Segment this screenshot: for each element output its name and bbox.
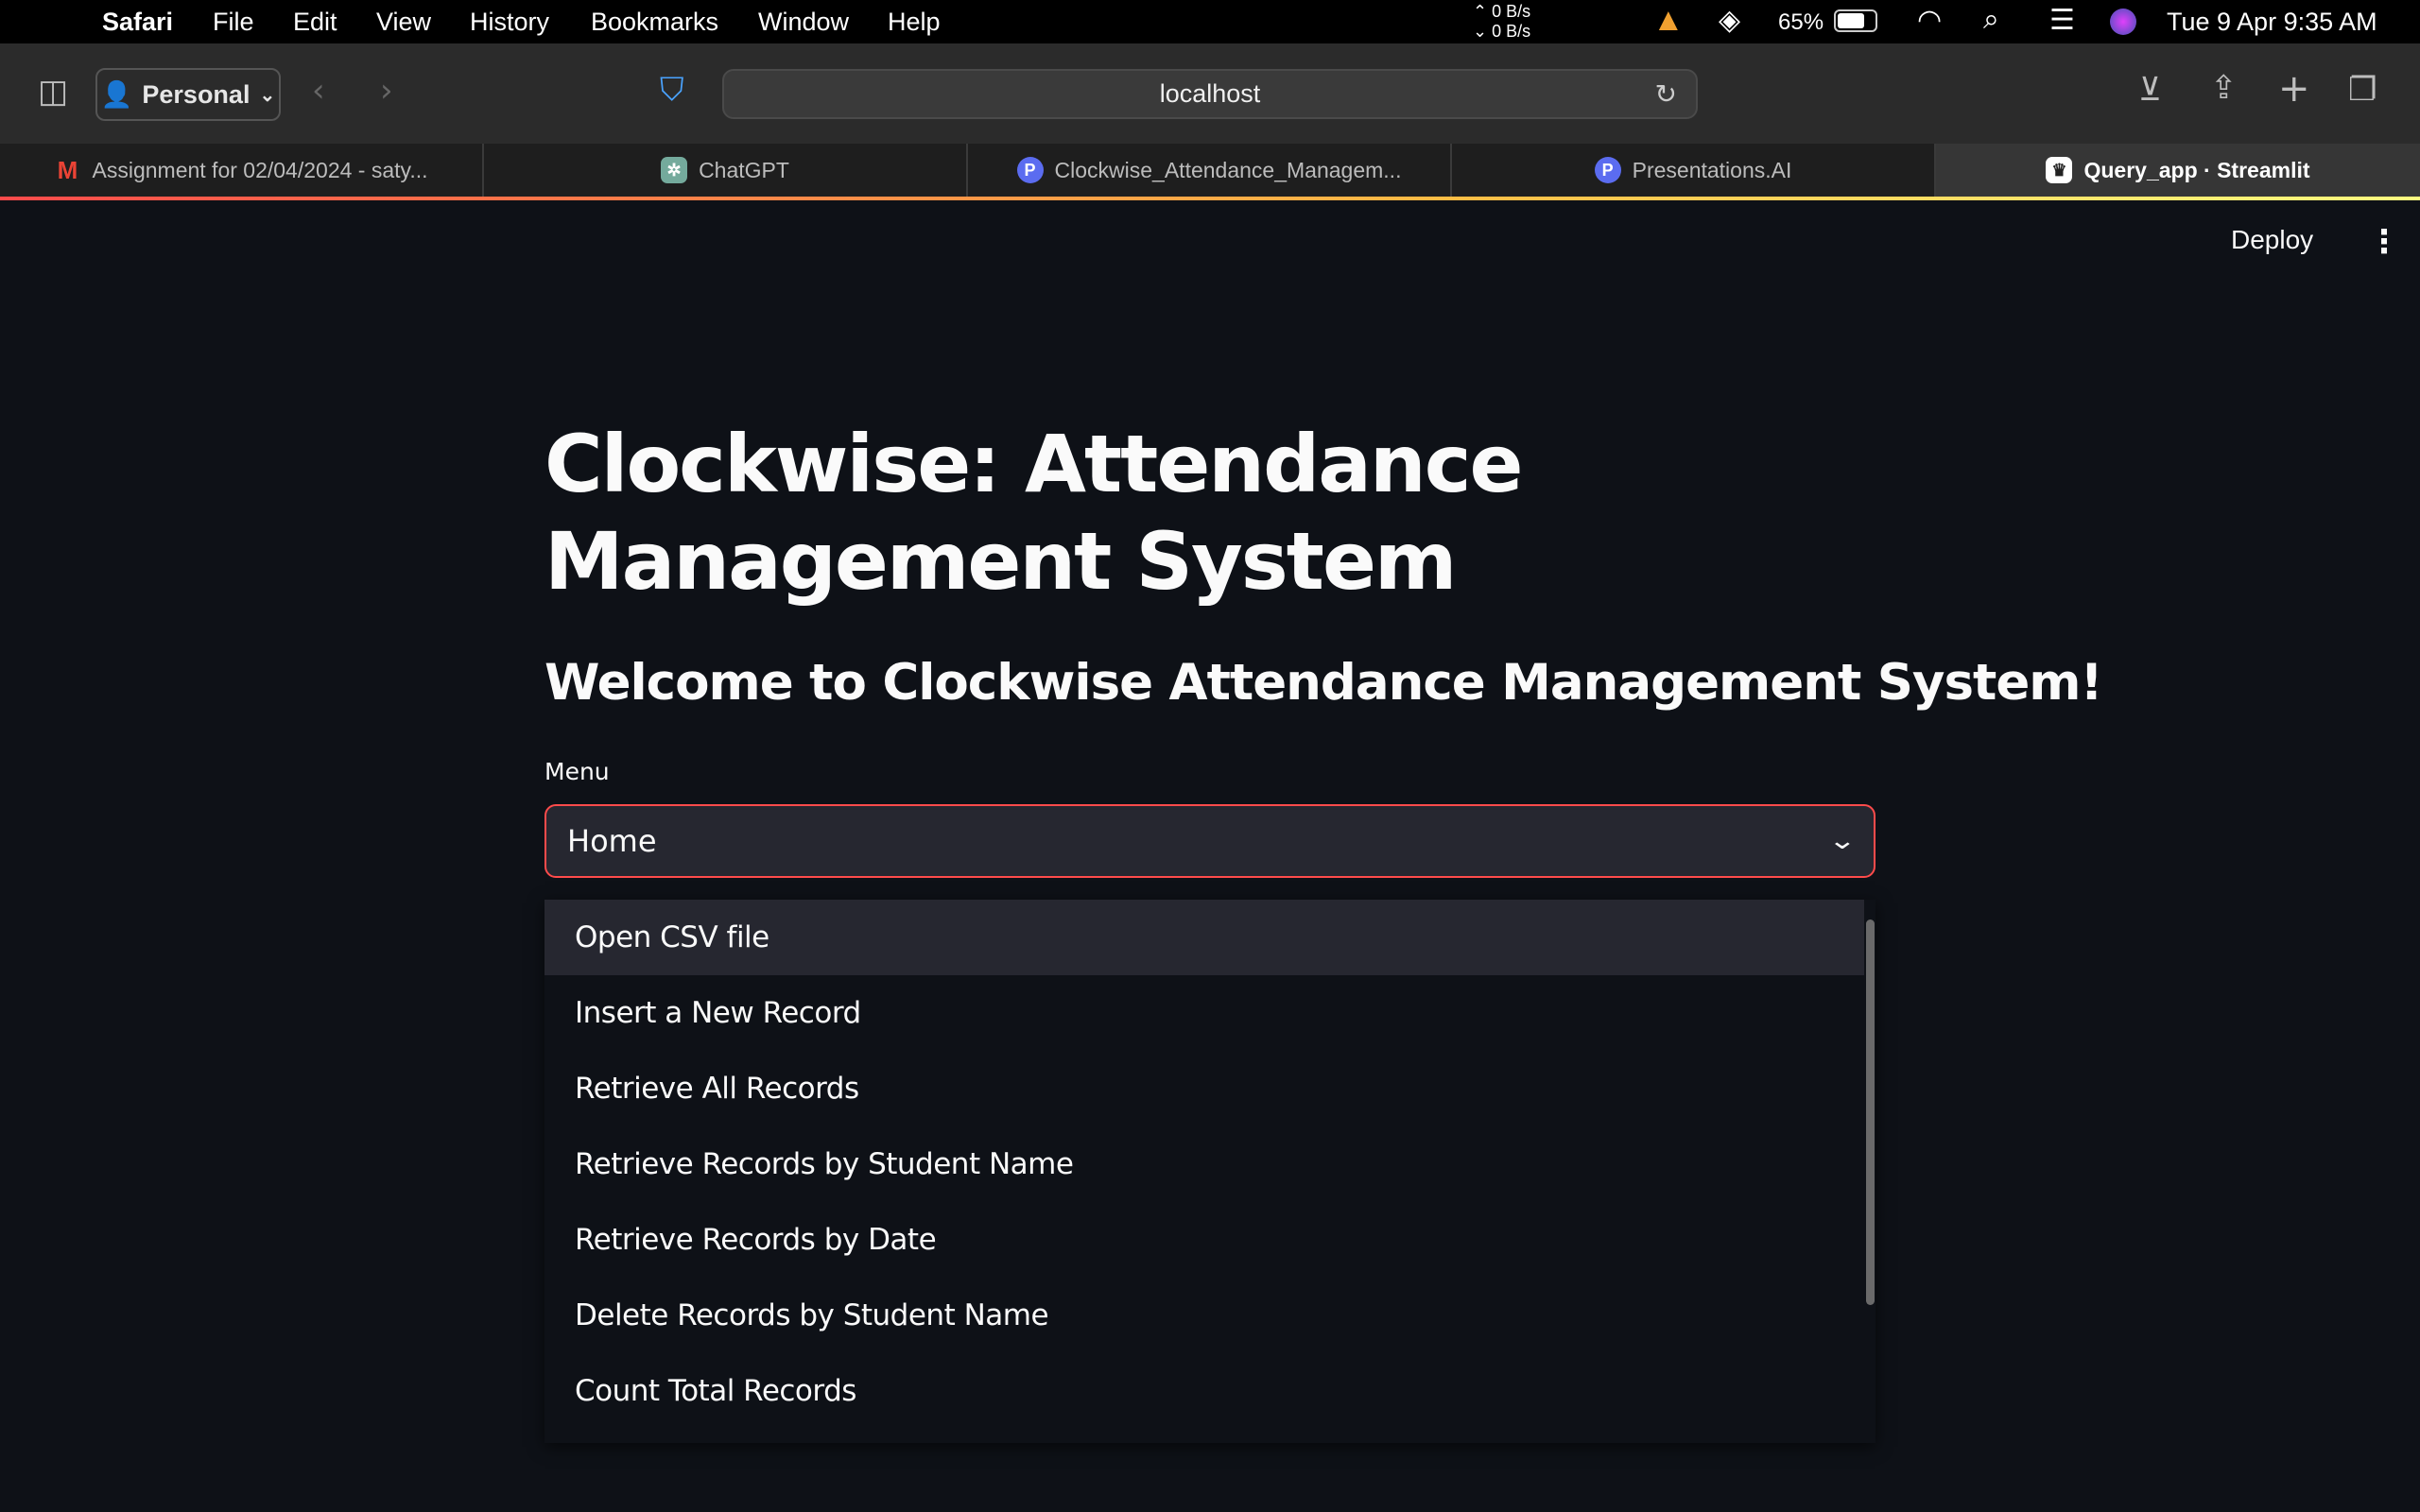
tab-chatgpt[interactable]: ✲ ChatGPT (484, 144, 968, 197)
page-title: Clockwise: Attendance Management System (544, 418, 1523, 608)
layers-icon[interactable]: ◈ (1719, 4, 1740, 37)
vlc-icon[interactable]: ▲ (1652, 2, 1685, 39)
tab-query-app[interactable]: ♛ Query_app · Streamlit (1936, 144, 2420, 197)
wifi-icon[interactable]: ◠ (1917, 4, 1942, 37)
profile-button[interactable]: 👤 Personal ⌄ (95, 68, 281, 121)
address-bar[interactable]: localhost ↻ (722, 69, 1698, 119)
back-icon[interactable]: ‹ (312, 75, 325, 107)
main-menu-icon[interactable]: ⋮ (2368, 223, 2400, 261)
chatgpt-icon: ✲ (661, 157, 688, 183)
menu-label: Menu (544, 758, 610, 785)
menu-edit[interactable]: Edit (293, 8, 337, 37)
macos-menubar: Safari File Edit View History Bookmarks … (0, 0, 2420, 43)
new-tab-icon[interactable]: + (2278, 70, 2310, 108)
siri-icon[interactable] (2110, 9, 2136, 35)
network-monitor[interactable]: ⌃ 0 B/s ⌄ 0 B/s (1473, 2, 1530, 42)
tab-bar: M Assignment for 02/04/2024 - saty... ✲ Ch… (0, 144, 2420, 197)
streamlit-icon: ♛ (2046, 157, 2073, 183)
option-retrieve-by-name[interactable]: Retrieve Records by Student Name (544, 1126, 1864, 1202)
menu-help[interactable]: Help (888, 8, 941, 37)
presentations-ai-icon: P (1594, 157, 1621, 183)
chevron-down-icon: ⌄ (259, 84, 276, 106)
menu-safari[interactable]: Safari (102, 8, 173, 37)
option-retrieve-all[interactable]: Retrieve All Records (544, 1051, 1864, 1126)
menu-select[interactable]: Home ⌄ (544, 804, 1876, 878)
sidebar-toggle-icon[interactable]: ◫ (38, 76, 68, 108)
menu-view[interactable]: View (376, 8, 431, 37)
menu-history[interactable]: History (470, 8, 549, 37)
tab-gmail[interactable]: M Assignment for 02/04/2024 - saty... (0, 144, 484, 197)
option-retrieve-by-date[interactable]: Retrieve Records by Date (544, 1202, 1864, 1278)
option-delete-by-name[interactable]: Delete Records by Student Name (544, 1278, 1864, 1353)
battery-percent: 65% (1778, 9, 1824, 35)
menu-window[interactable]: Window (758, 8, 849, 37)
welcome-heading: Welcome to Clockwise Attendance Manageme… (544, 654, 2103, 712)
download-icon: ⌄ (1473, 22, 1493, 41)
presentations-ai-icon: P (1016, 157, 1044, 183)
menu-bookmarks[interactable]: Bookmarks (591, 8, 718, 37)
streamlit-decoration-bar (0, 197, 2420, 200)
tab-clockwise-presentation[interactable]: P Clockwise_Attendance_Managem... (968, 144, 1452, 197)
clock[interactable]: Tue 9 Apr 9:35 AM (2167, 8, 2377, 37)
control-center-icon[interactable]: ☰ (2049, 4, 2075, 37)
person-icon: 👤 (100, 80, 133, 109)
chevron-down-icon: ⌄ (1827, 827, 1858, 855)
search-icon[interactable]: ⌕ (1983, 4, 1999, 36)
menu-dropdown-list: Open CSV file Insert a New Record Retrie… (544, 900, 1876, 1443)
upload-icon: ⌃ (1473, 2, 1493, 21)
option-open-csv[interactable]: Open CSV file (544, 900, 1864, 975)
tab-overview-icon[interactable]: ❐ (2348, 74, 2377, 106)
option-insert-record[interactable]: Insert a New Record (544, 975, 1864, 1051)
tab-presentations-ai[interactable]: P Presentations.AI (1452, 144, 1936, 197)
share-icon[interactable]: ⇪ (2210, 72, 2238, 104)
gmail-icon: M (57, 155, 78, 184)
forward-icon[interactable]: › (380, 75, 393, 107)
privacy-shield-icon[interactable]: ⛉ (660, 74, 684, 106)
option-count-records[interactable]: Count Total Records (544, 1353, 1864, 1429)
menu-file[interactable]: File (213, 8, 254, 37)
deploy-button[interactable]: Deploy (2231, 225, 2313, 255)
reload-icon[interactable]: ↻ (1655, 78, 1677, 110)
downloads-icon[interactable]: ⊻ (2138, 74, 2162, 106)
dropdown-scrollbar[interactable] (1866, 919, 1875, 1305)
battery-icon[interactable] (1834, 9, 1877, 32)
